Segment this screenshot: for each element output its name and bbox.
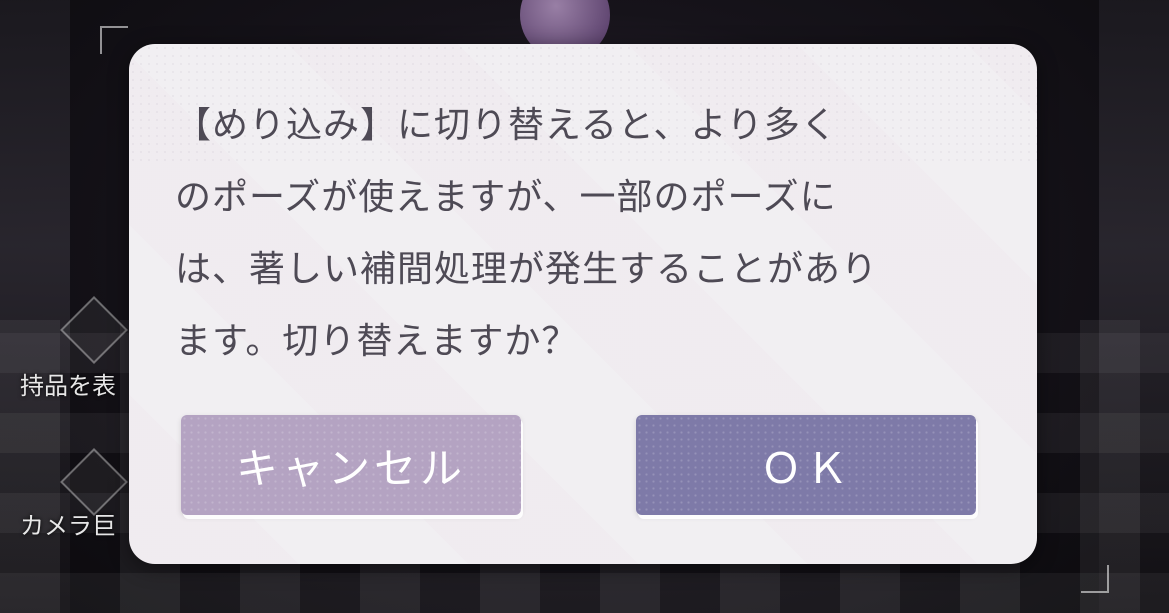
side-menu-label: カメラ巨 [20,512,116,540]
cancel-button[interactable]: キャンセル [181,415,521,515]
confirm-dialog: 【めり込み】に切り替えると、より多く のポーズが使えますが、一部のポーズに は、… [129,44,1037,564]
cancel-button-label: キャンセル [235,443,466,493]
message-line: 【めり込み】に切り替えると、より多く [175,105,838,146]
ok-button[interactable]: ＯＫ [636,415,976,515]
message-line: ます。切り替えますか？ [175,321,579,362]
message-line: のポーズが使えますが、一部のポーズに [175,177,837,218]
dialog-message: 【めり込み】に切り替えると、より多く のポーズが使えますが、一部のポーズに は、… [175,90,995,378]
ok-button-label: ＯＫ [759,443,852,493]
side-menu-label: 持品を表 [20,372,116,400]
game-scene: 持品を表 カメラ巨 【めり込み】に切り替えると、より多く のポーズが使えますが、… [0,0,1169,613]
frame-corner-bottom-right [1081,565,1109,593]
frame-corner-top-left [100,26,128,54]
message-line: は、著しい補間処理が発生することがあり [175,249,879,290]
